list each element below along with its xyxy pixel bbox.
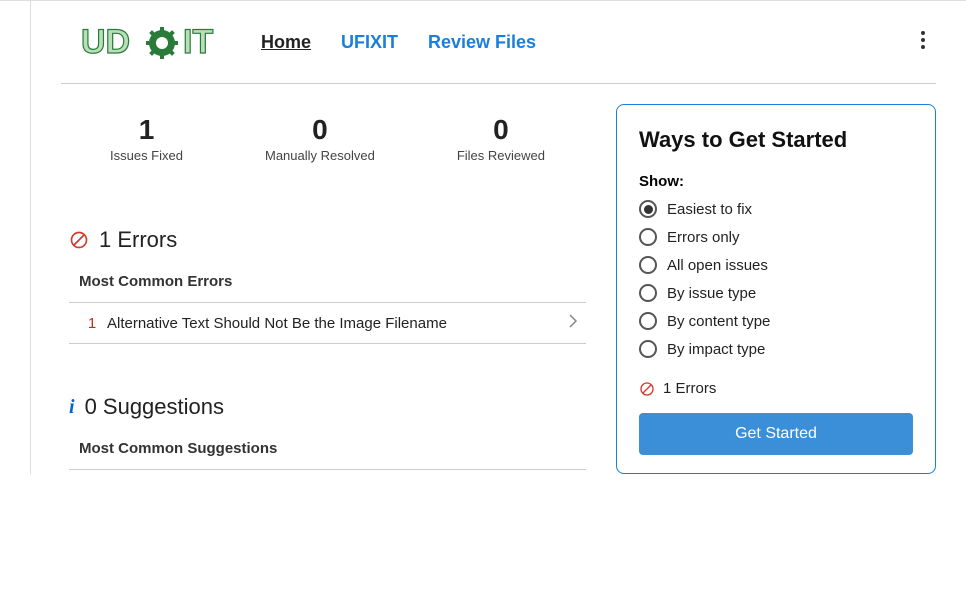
radio-option[interactable]: By impact type xyxy=(639,340,913,358)
errors-heading: 1 Errors xyxy=(69,227,586,253)
show-label: Show: xyxy=(639,173,913,190)
stat-value: 1 xyxy=(110,114,183,146)
svg-text:UD: UD xyxy=(81,23,130,61)
radio-indicator xyxy=(639,256,657,274)
main-nav: Home UFIXIT Review Files xyxy=(261,32,536,53)
stats-row: 1 Issues Fixed 0 Manually Resolved 0 Fil… xyxy=(69,104,586,203)
svg-text:IT: IT xyxy=(183,23,213,61)
stat-label: Files Reviewed xyxy=(457,148,545,163)
radio-indicator xyxy=(639,228,657,246)
suggestions-heading: i 0 Suggestions xyxy=(69,394,586,420)
stat-label: Issues Fixed xyxy=(110,148,183,163)
forbidden-icon xyxy=(69,230,89,250)
errors-subhead: Most Common Errors xyxy=(79,273,586,290)
panel-errors: 1 Errors xyxy=(639,380,913,397)
panel-title: Ways to Get Started xyxy=(639,127,913,153)
radio-label: By issue type xyxy=(667,285,756,302)
radio-indicator xyxy=(639,340,657,358)
radio-label: Easiest to fix xyxy=(667,201,752,218)
nav-ufixit[interactable]: UFIXIT xyxy=(341,32,398,53)
chevron-right-icon xyxy=(568,313,578,333)
forbidden-icon xyxy=(639,381,655,397)
stat-issues-fixed: 1 Issues Fixed xyxy=(110,114,183,163)
radio-label: By impact type xyxy=(667,341,765,358)
stat-value: 0 xyxy=(457,114,545,146)
suggestions-heading-text: 0 Suggestions xyxy=(85,394,224,420)
show-options: Easiest to fix Errors only All open issues… xyxy=(639,200,913,358)
radio-indicator xyxy=(639,200,657,218)
radio-label: By content type xyxy=(667,313,770,330)
udoit-logo: UD IT xyxy=(81,21,231,63)
nav-review-files[interactable]: Review Files xyxy=(428,32,536,53)
nav-home[interactable]: Home xyxy=(261,32,311,53)
radio-option[interactable]: By issue type xyxy=(639,284,913,302)
issue-count: 1 xyxy=(77,315,107,332)
radio-option[interactable]: Easiest to fix xyxy=(639,200,913,218)
suggestions-subhead: Most Common Suggestions xyxy=(79,440,586,457)
stat-value: 0 xyxy=(265,114,375,146)
errors-list: 1 Alternative Text Should Not Be the Ima… xyxy=(69,302,586,344)
app-header: UD IT xyxy=(61,1,936,84)
errors-heading-text: 1 Errors xyxy=(99,227,177,253)
issue-title: Alternative Text Should Not Be the Image… xyxy=(107,315,568,332)
radio-indicator xyxy=(639,284,657,302)
stat-label: Manually Resolved xyxy=(265,148,375,163)
info-icon: i xyxy=(69,396,75,419)
panel-errors-text: 1 Errors xyxy=(663,380,716,397)
radio-option[interactable]: By content type xyxy=(639,312,913,330)
radio-option[interactable]: All open issues xyxy=(639,256,913,274)
get-started-panel: Ways to Get Started Show: Easiest to fix… xyxy=(616,104,936,474)
radio-option[interactable]: Errors only xyxy=(639,228,913,246)
radio-label: Errors only xyxy=(667,229,740,246)
divider xyxy=(69,469,586,470)
get-started-button[interactable]: Get Started xyxy=(639,413,913,455)
radio-label: All open issues xyxy=(667,257,768,274)
stat-files-reviewed: 0 Files Reviewed xyxy=(457,114,545,163)
radio-indicator xyxy=(639,312,657,330)
stat-manually-resolved: 0 Manually Resolved xyxy=(265,114,375,163)
issue-row[interactable]: 1 Alternative Text Should Not Be the Ima… xyxy=(69,303,586,343)
kebab-menu-icon[interactable] xyxy=(920,30,926,55)
